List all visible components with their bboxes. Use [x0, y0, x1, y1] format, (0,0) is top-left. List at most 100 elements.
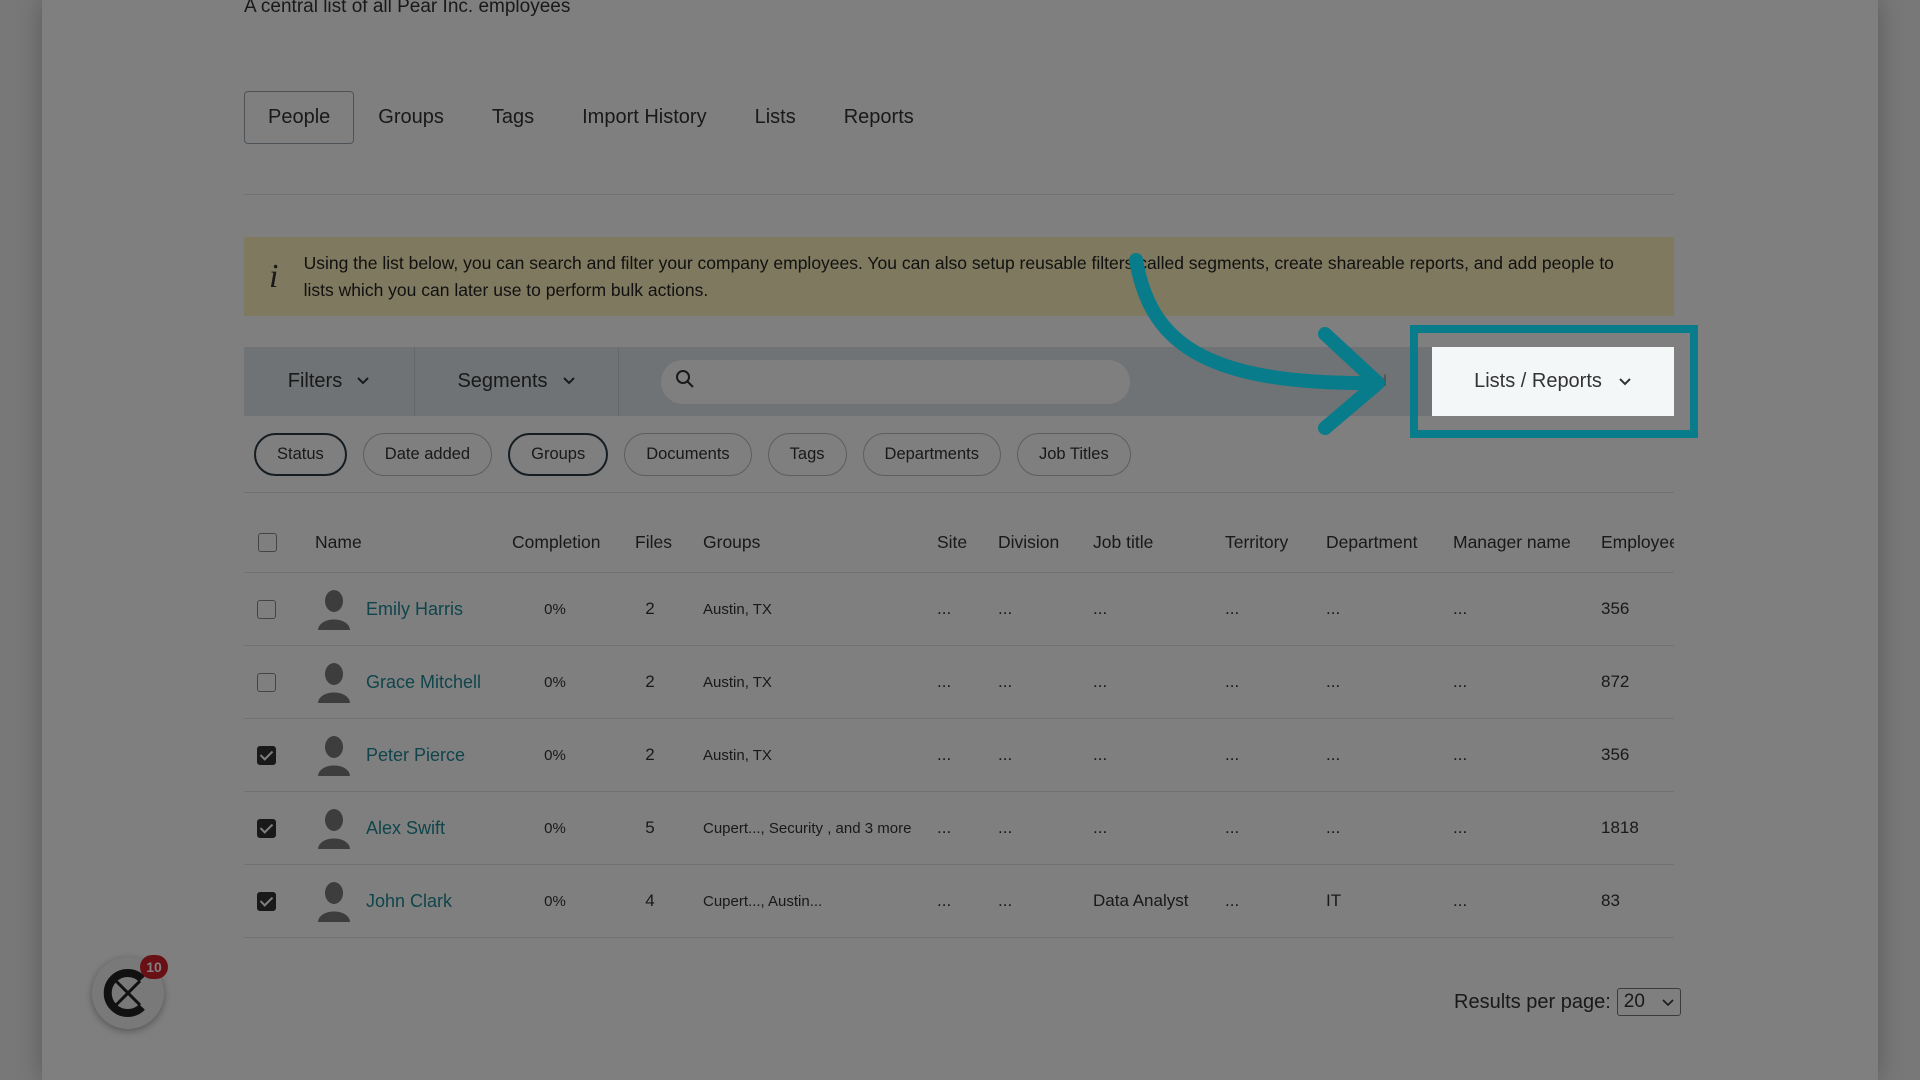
tab-tags[interactable]: Tags — [468, 91, 558, 144]
filters-dropdown[interactable]: Filters — [244, 347, 415, 416]
tab-import-history[interactable]: Import History — [558, 91, 730, 144]
cell-completion: 0% — [544, 673, 566, 691]
tab-groups[interactable]: Groups — [354, 91, 468, 144]
header-job-title[interactable]: Job title — [1093, 512, 1153, 572]
results-per-page: Results per page: 20 — [1454, 988, 1681, 1016]
search-input[interactable] — [705, 371, 1105, 392]
tabs-divider — [244, 194, 1674, 195]
header-territory[interactable]: Territory — [1225, 512, 1288, 572]
row-checkbox[interactable] — [257, 719, 276, 791]
header-manager-name[interactable]: Manager name — [1453, 512, 1571, 572]
cell-files: 2 — [645, 599, 655, 618]
cell-department: ... — [1326, 818, 1341, 837]
chip-departments[interactable]: Departments — [862, 433, 1001, 476]
row-checkbox[interactable] — [257, 792, 276, 864]
cell-employee: 356 — [1601, 745, 1630, 764]
avatar — [317, 573, 351, 645]
info-banner: i Using the list below, you can search a… — [244, 237, 1674, 316]
cell-site: ... — [937, 818, 952, 837]
cell-manager-name: ... — [1453, 818, 1468, 837]
chip-status[interactable]: Status — [254, 433, 347, 476]
chip-documents[interactable]: Documents — [624, 433, 752, 476]
cell-manager-name: ... — [1453, 599, 1468, 618]
header-groups[interactable]: Groups — [703, 512, 760, 572]
table-row[interactable]: John Clark 0% 4 Cupert..., Austin......... D… — [244, 865, 1674, 938]
cell-department: ... — [1326, 745, 1341, 764]
results-per-page-label: Results per page: — [1454, 990, 1611, 1013]
cell-files: 5 — [645, 818, 655, 837]
chips-divider — [244, 492, 1674, 493]
cell-department: ... — [1326, 672, 1341, 691]
cell-groups: Austin, TX — [703, 600, 772, 618]
chevron-down-icon — [1662, 991, 1674, 1013]
segments-dropdown[interactable]: Segments — [415, 347, 619, 416]
tab-lists[interactable]: Lists — [731, 91, 820, 144]
avatar — [317, 865, 351, 937]
cell-job-title: ... — [1093, 599, 1108, 618]
table-row[interactable]: Grace Mitchell 0% 2 Austin, TX.............… — [244, 646, 1674, 719]
cell-job-title: ... — [1093, 818, 1108, 837]
cell-job-title: ... — [1093, 745, 1108, 764]
chevron-down-icon — [356, 373, 370, 391]
employee-name-link[interactable]: Emily Harris — [366, 573, 463, 645]
avatar — [317, 719, 351, 791]
cell-division: ... — [998, 672, 1013, 691]
cell-division: ... — [998, 745, 1013, 764]
header-division[interactable]: Division — [998, 512, 1059, 572]
cell-territory: ... — [1225, 818, 1240, 837]
header-completion[interactable]: Completion — [512, 512, 601, 572]
table-row[interactable]: Alex Swift 0% 5 Cupert..., Security , and 3… — [244, 792, 1674, 865]
tour-highlight-frame — [1410, 325, 1698, 438]
cell-completion: 0% — [544, 819, 566, 837]
segments-label: Segments — [457, 370, 548, 392]
cell-files: 2 — [645, 745, 655, 764]
cell-site: ... — [937, 672, 952, 691]
cell-groups: Austin, TX — [703, 746, 772, 764]
cell-job-title: ... — [1093, 672, 1108, 691]
row-checkbox[interactable] — [257, 573, 276, 645]
employee-name-link[interactable]: John Clark — [366, 865, 452, 937]
cell-employee: 1818 — [1601, 818, 1639, 837]
header-employee[interactable]: Employee — [1601, 512, 1674, 572]
table-row[interactable]: Peter Pierce 0% 2 Austin, TX...............… — [244, 719, 1674, 792]
cell-manager-name: ... — [1453, 672, 1468, 691]
people-table: Name Completion Files Groups Site Divisi… — [244, 512, 1674, 938]
employee-name-link[interactable]: Grace Mitchell — [366, 646, 481, 718]
cell-groups: Austin, TX — [703, 673, 772, 691]
header-files[interactable]: Files — [635, 512, 672, 572]
avatar — [317, 792, 351, 864]
cell-site: ... — [937, 599, 952, 618]
per-page-select[interactable]: 20 — [1616, 988, 1681, 1016]
cell-site: ... — [937, 745, 952, 764]
chip-job-titles[interactable]: Job Titles — [1017, 433, 1131, 476]
filter-chips: Status Date added Groups Documents Tags … — [254, 433, 1131, 476]
row-checkbox[interactable] — [257, 865, 276, 937]
per-page-value: 20 — [1623, 991, 1645, 1012]
cell-files: 2 — [645, 672, 655, 691]
cell-territory: ... — [1225, 745, 1240, 764]
chip-groups[interactable]: Groups — [508, 433, 609, 476]
header-site[interactable]: Site — [937, 512, 967, 572]
chip-date-added[interactable]: Date added — [362, 433, 493, 476]
cell-territory: ... — [1225, 672, 1240, 691]
filters-label: Filters — [287, 370, 343, 392]
cell-site: ... — [937, 891, 952, 910]
select-all-checkbox[interactable] — [258, 512, 277, 572]
cell-completion: 0% — [544, 892, 566, 910]
employee-name-link[interactable]: Alex Swift — [366, 792, 445, 864]
page-subtitle: A central list of all Pear Inc. employee… — [244, 0, 571, 17]
tab-reports[interactable]: Reports — [820, 91, 938, 144]
cell-completion: 0% — [544, 600, 566, 618]
info-banner-text: Using the list below, you can search and… — [303, 252, 1614, 300]
header-name[interactable]: Name — [315, 512, 362, 572]
search-box — [661, 359, 1130, 404]
chip-tags[interactable]: Tags — [767, 433, 847, 476]
tab-people[interactable]: People — [244, 91, 355, 144]
employee-name-link[interactable]: Peter Pierce — [366, 719, 465, 791]
table-row[interactable]: Emily Harris 0% 2 Austin, TX...............… — [244, 573, 1674, 646]
row-checkbox[interactable] — [257, 646, 276, 718]
cell-territory: ... — [1225, 599, 1240, 618]
info-icon: i — [269, 257, 279, 295]
cell-territory: ... — [1225, 891, 1240, 910]
header-department[interactable]: Department — [1326, 512, 1417, 572]
